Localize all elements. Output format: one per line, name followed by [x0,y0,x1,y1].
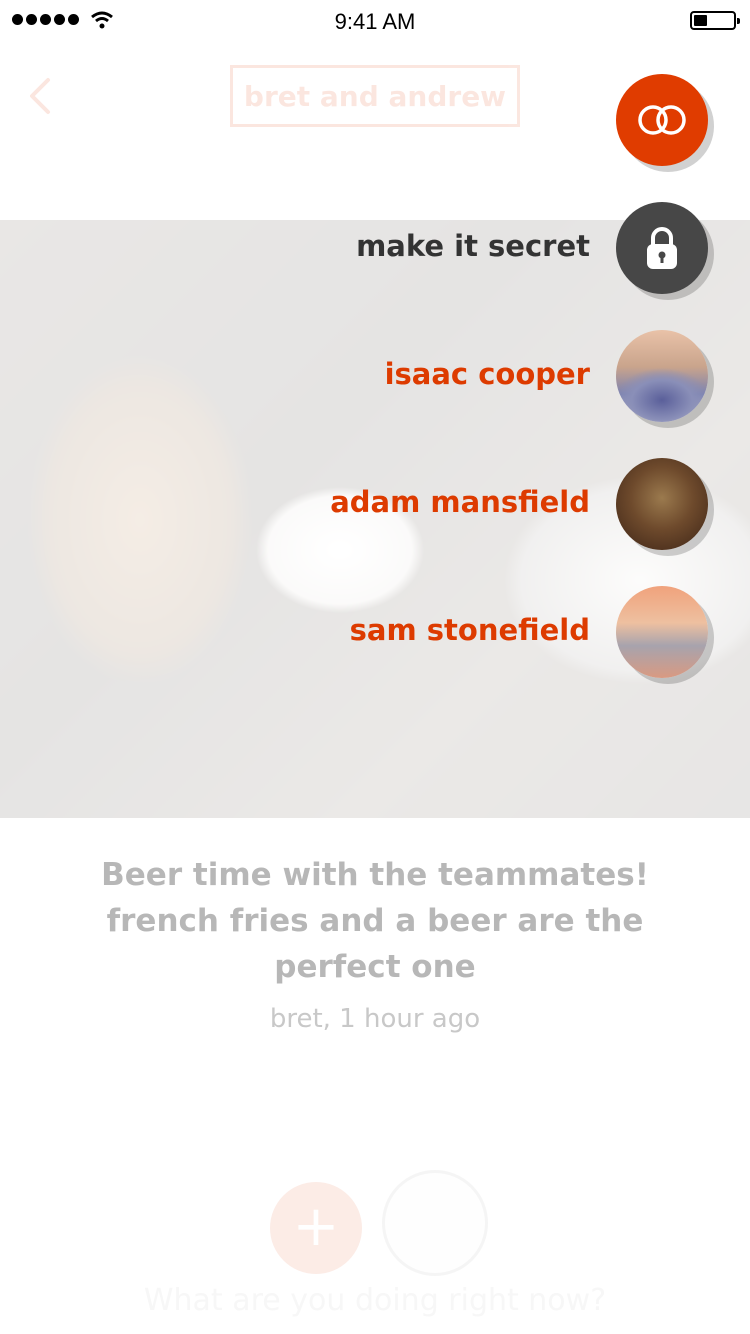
person-name-isaac[interactable]: isaac cooper [385,330,590,422]
menu-item-person[interactable]: adam mansfield [0,458,750,550]
menu-item-person[interactable]: isaac cooper [0,330,750,422]
menu-item-person[interactable]: sam stonefield [0,586,750,678]
status-bar: 9:41 AM [0,0,750,40]
lock-icon [647,227,677,269]
make-secret-button[interactable] [616,202,708,294]
post-caption: Beer time with the teammates! french fri… [101,857,649,985]
chevron-left-icon[interactable] [22,74,62,118]
sticker-thumbnail[interactable] [382,1170,488,1276]
status-time: 9:41 AM [334,9,416,34]
menu-item-make-secret[interactable]: make it secret [0,202,750,294]
make-secret-label[interactable]: make it secret [356,202,590,294]
avatar-isaac[interactable] [616,330,708,422]
share-toggle-button[interactable] [616,74,708,166]
battery-icon [690,11,740,30]
conversation-title[interactable]: bret and andrew [230,65,520,127]
person-name-sam[interactable]: sam stonefield [350,586,590,678]
add-button[interactable]: + [270,1182,362,1274]
avatar-sam[interactable] [616,586,708,678]
linked-rings-icon [638,105,686,135]
person-name-adam[interactable]: adam mansfield [330,458,590,550]
avatar-adam[interactable] [616,458,708,550]
post-meta: bret, 1 hour ago [269,1004,481,1034]
battery-level-fill [694,15,707,26]
bottom-prompt: What are you doing right now? [143,1283,607,1318]
